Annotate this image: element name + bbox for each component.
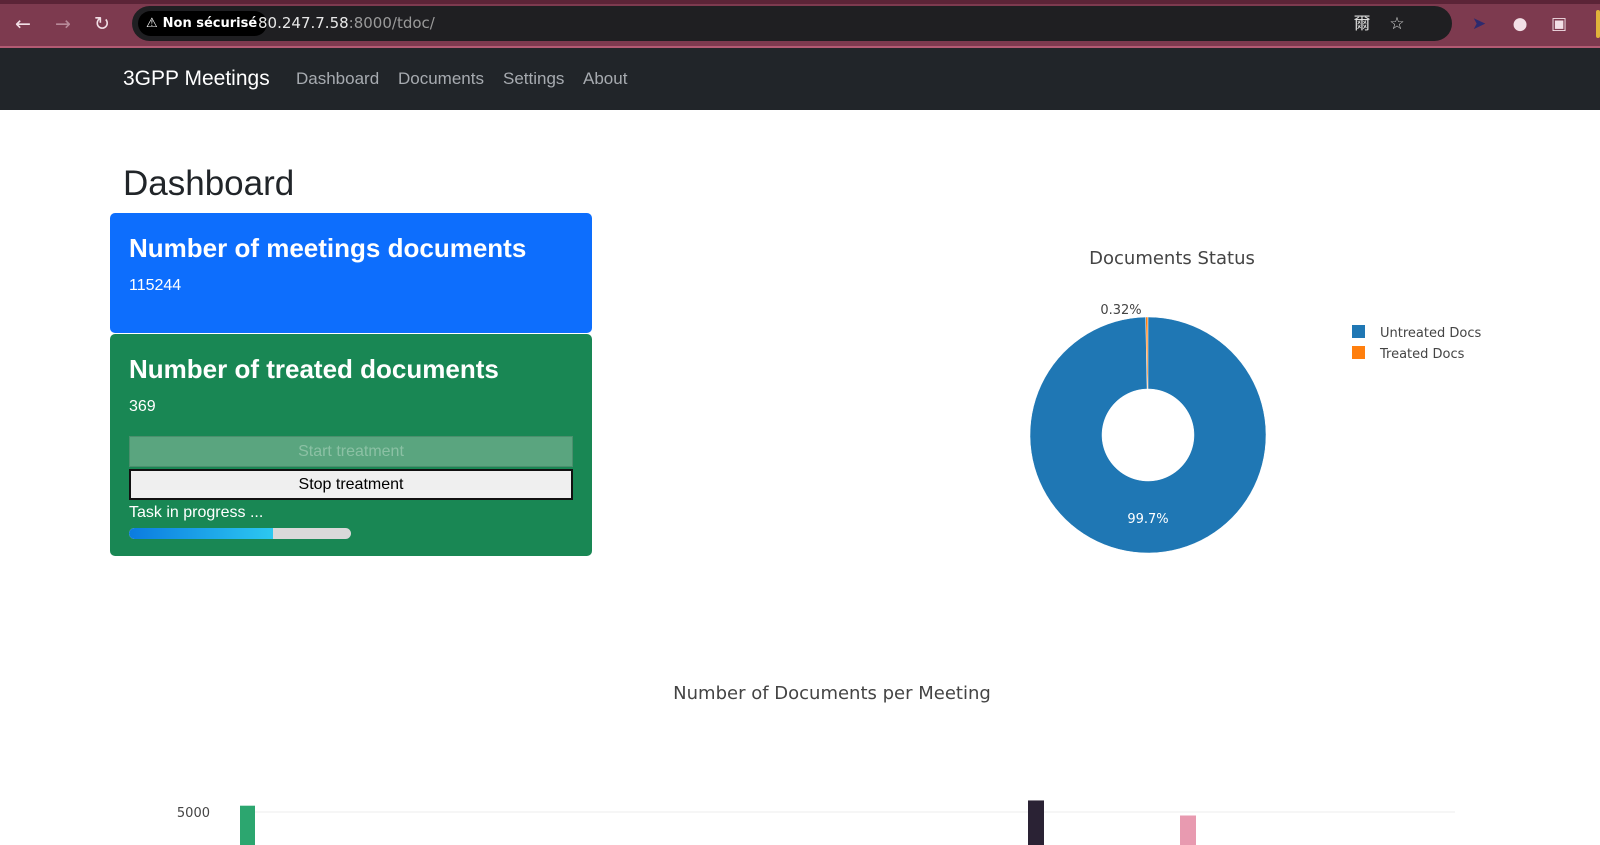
brand-link[interactable]: 3GPP Meetings	[123, 48, 270, 110]
stop-treatment-button[interactable]: Stop treatment	[129, 469, 573, 500]
browser-toolbar: ← → ↻ ⚠ Non sécurisé 80.247.7.58:8000/tdo…	[0, 0, 1600, 48]
nav-settings[interactable]: Settings	[503, 48, 564, 110]
pie-chart-title: Documents Status	[1089, 248, 1255, 269]
treated-card: Number of treated documents 369 Start tr…	[110, 334, 592, 556]
meetings-card: Number of meetings documents 115244	[110, 213, 592, 333]
security-label: Non sécurisé	[162, 16, 258, 31]
page-title: Dashboard	[123, 164, 295, 203]
forward-icon[interactable]: →	[50, 11, 76, 37]
legend-label[interactable]: Treated Docs	[1379, 347, 1465, 362]
ytick-label: 5000	[177, 806, 210, 821]
treated-card-title: Number of treated documents	[129, 354, 499, 384]
extensions-puzzle-icon[interactable]: ▣	[1546, 11, 1572, 37]
translate-icon[interactable]: 爾	[1349, 11, 1375, 37]
warning-icon: ⚠	[146, 16, 158, 31]
site-navbar: 3GPP Meetings Dashboard Documents Settin…	[0, 48, 1600, 110]
meetings-count: 115244	[129, 277, 182, 294]
url-host: 80.247.7.58	[258, 14, 349, 32]
url-path: :8000/tdoc/	[348, 14, 435, 32]
task-status: Task in progress ...	[129, 504, 264, 521]
bar-mark[interactable]	[1028, 800, 1044, 845]
legend-swatch[interactable]	[1352, 325, 1365, 338]
documents-per-meeting-chart: Number of Documents per Meeting 5000	[177, 683, 1455, 845]
bar-mark[interactable]	[1180, 815, 1196, 845]
reload-icon[interactable]: ↻	[89, 11, 115, 37]
task-progress-bar	[129, 528, 351, 539]
start-treatment-button[interactable]: Start treatment	[129, 436, 573, 467]
ghost-extension-icon[interactable]: ●	[1507, 11, 1533, 37]
profile-icon[interactable]	[1596, 10, 1600, 38]
pie-label-untreated: 99.7%	[1127, 512, 1168, 527]
legend-swatch[interactable]	[1352, 346, 1365, 359]
bar-chart-title: Number of Documents per Meeting	[673, 683, 991, 704]
pie-legend: Untreated Docs Treated Docs	[1352, 325, 1481, 362]
url-text[interactable]: 80.247.7.58:8000/tdoc/	[258, 6, 435, 41]
star-icon[interactable]: ☆	[1384, 11, 1410, 37]
cursor-extension-icon[interactable]: ➤	[1466, 11, 1492, 37]
nav-dashboard[interactable]: Dashboard	[296, 48, 379, 110]
nav-about[interactable]: About	[583, 48, 627, 110]
bar-marks	[240, 800, 1196, 845]
meetings-card-title: Number of meetings documents	[129, 233, 527, 263]
documents-status-chart: Documents Status 99.7% 0.32% Untreated Do…	[1029, 248, 1481, 554]
task-progress-fill	[129, 528, 274, 539]
back-icon[interactable]: ←	[10, 11, 36, 37]
nav-documents[interactable]: Documents	[398, 48, 484, 110]
bar-mark[interactable]	[240, 805, 255, 845]
window-frame	[0, 0, 1600, 4]
pie-label-treated: 0.32%	[1100, 303, 1141, 318]
security-chip[interactable]: ⚠ Non sécurisé	[138, 11, 268, 36]
treated-count: 369	[129, 398, 156, 415]
address-bar[interactable]: ⚠ Non sécurisé 80.247.7.58:8000/tdoc/ 爾 ☆	[132, 6, 1452, 41]
legend-label[interactable]: Untreated Docs	[1380, 326, 1481, 341]
